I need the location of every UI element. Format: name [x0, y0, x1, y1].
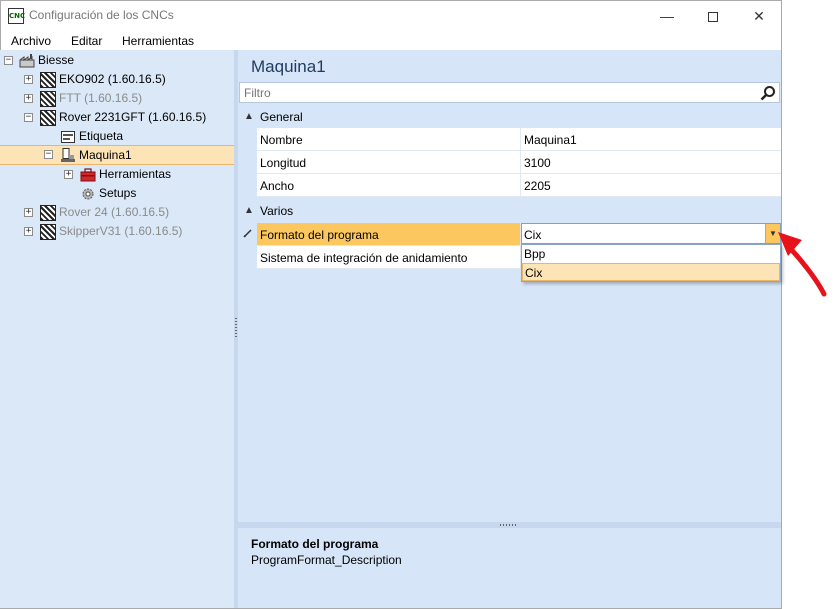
tree-label: Maquina1	[79, 148, 132, 162]
tree-label: Setups	[99, 186, 137, 200]
section-label: General	[260, 110, 303, 124]
expand-icon[interactable]: +	[24, 227, 33, 236]
filter-box	[239, 82, 780, 103]
tree-node-etiqueta[interactable]: Etiqueta	[0, 127, 236, 146]
tree-label: Rover 2231GFT (1.60.16.5)	[59, 110, 207, 124]
combobox-value: Cix	[524, 228, 542, 242]
section-varios[interactable]: ▲ Varios	[238, 201, 781, 221]
title-bar: CNC Configuración de los CNCs — ✕	[1, 1, 781, 31]
tree-label: Rover 24 (1.60.16.5)	[59, 205, 170, 219]
tree-label: Etiqueta	[79, 129, 124, 143]
tree-node-eko902[interactable]: + EKO902 (1.60.16.5)	[0, 70, 236, 89]
property-row-formato-del-programa[interactable]: Formato del programa Cix ▼	[238, 223, 781, 246]
menu-bar: Archivo Editar Herramientas	[1, 31, 781, 51]
property-name: Sistema de integración de anidamiento	[260, 251, 468, 265]
window-title: Configuración de los CNCs	[29, 8, 174, 22]
property-panel: Maquina1 ▲ General Nombre Maquina1 Longi…	[238, 50, 781, 608]
property-name: Ancho	[260, 179, 295, 193]
machine-icon	[40, 91, 56, 107]
page-title: Maquina1	[251, 57, 326, 76]
collapse-icon[interactable]: −	[24, 113, 33, 122]
expand-icon[interactable]: +	[24, 75, 33, 84]
maximize-button[interactable]	[690, 1, 736, 31]
property-row-nombre[interactable]: Nombre Maquina1	[238, 128, 781, 151]
expand-icon[interactable]: +	[24, 94, 33, 103]
cnc-tree: − Biesse + EKO902 (1.60.16.5) + FTT (1.6…	[0, 50, 236, 608]
property-row-longitud[interactable]: Longitud 3100	[238, 151, 781, 174]
menu-archivo[interactable]: Archivo	[11, 34, 51, 48]
chevron-up-icon[interactable]: ▲	[244, 111, 254, 122]
tree-node-ftt[interactable]: + FTT (1.60.16.5)	[0, 89, 236, 108]
gear-icon	[82, 188, 94, 200]
collapse-icon[interactable]: −	[4, 56, 13, 65]
property-name: Longitud	[260, 156, 307, 170]
tree-label: FTT (1.60.16.5)	[59, 91, 143, 105]
filter-input[interactable]	[240, 83, 740, 102]
section-label: Varios	[260, 204, 294, 218]
red-arrow-annotation-icon	[778, 232, 827, 297]
machine-icon	[40, 224, 56, 240]
dropdown-option-bpp[interactable]: Bpp	[522, 245, 780, 263]
tree-label: SkipperV31 (1.60.16.5)	[59, 224, 183, 238]
tree-label: Herramientas	[99, 167, 172, 181]
menu-editar[interactable]: Editar	[71, 34, 102, 48]
pencil-icon	[243, 229, 252, 238]
tree-node-skipperv31[interactable]: + SkipperV31 (1.60.16.5)	[0, 222, 236, 241]
program-format-combobox[interactable]: Cix ▼	[521, 223, 781, 244]
property-value[interactable]: 2205	[524, 179, 551, 193]
search-icon[interactable]	[760, 85, 776, 101]
tree-node-biesse[interactable]: − Biesse	[0, 51, 236, 70]
maximize-icon	[708, 12, 718, 23]
section-general[interactable]: ▲ General	[238, 107, 781, 127]
collapse-icon[interactable]: −	[44, 150, 53, 159]
machine-icon	[40, 110, 56, 126]
machine-icon	[40, 205, 56, 221]
toolbox-icon	[80, 168, 96, 182]
machine-icon	[40, 72, 56, 88]
description-panel: Formato del programa ProgramFormat_Descr…	[238, 528, 781, 608]
tree-node-rover-24[interactable]: + Rover 24 (1.60.16.5)	[0, 203, 236, 222]
splitter-grip-icon[interactable]	[235, 318, 237, 338]
factory-icon	[19, 54, 35, 68]
description-text: ProgramFormat_Description	[251, 553, 402, 567]
program-format-dropdown: Bpp Cix	[521, 244, 781, 282]
property-value[interactable]: 3100	[524, 156, 551, 170]
menu-herramientas[interactable]: Herramientas	[122, 34, 194, 48]
tree-label: Biesse	[38, 53, 75, 67]
property-name: Nombre	[260, 133, 303, 147]
expand-icon[interactable]: +	[64, 170, 73, 179]
property-row-ancho[interactable]: Ancho 2205	[238, 174, 781, 197]
expand-icon[interactable]: +	[24, 208, 33, 217]
dropdown-option-cix[interactable]: Cix	[522, 263, 780, 281]
property-value[interactable]: Maquina1	[524, 133, 577, 147]
tree-node-maquina1[interactable]: − Maquina1	[0, 145, 236, 165]
machine-config-icon	[61, 148, 75, 162]
splitter-grip-icon[interactable]	[500, 524, 518, 526]
label-icon	[61, 131, 75, 143]
tree-node-herramientas[interactable]: + Herramientas	[0, 165, 236, 184]
tree-label: EKO902 (1.60.16.5)	[59, 72, 166, 86]
cnc-app-icon: CNC	[8, 8, 25, 24]
property-name: Formato del programa	[260, 228, 379, 242]
chevron-up-icon[interactable]: ▲	[244, 205, 254, 216]
close-button[interactable]: ✕	[736, 1, 782, 31]
description-title: Formato del programa	[251, 537, 379, 551]
tree-node-rover-2231gft[interactable]: − Rover 2231GFT (1.60.16.5)	[0, 108, 236, 127]
tree-node-setups[interactable]: Setups	[0, 184, 236, 203]
minimize-button[interactable]: —	[644, 1, 690, 31]
